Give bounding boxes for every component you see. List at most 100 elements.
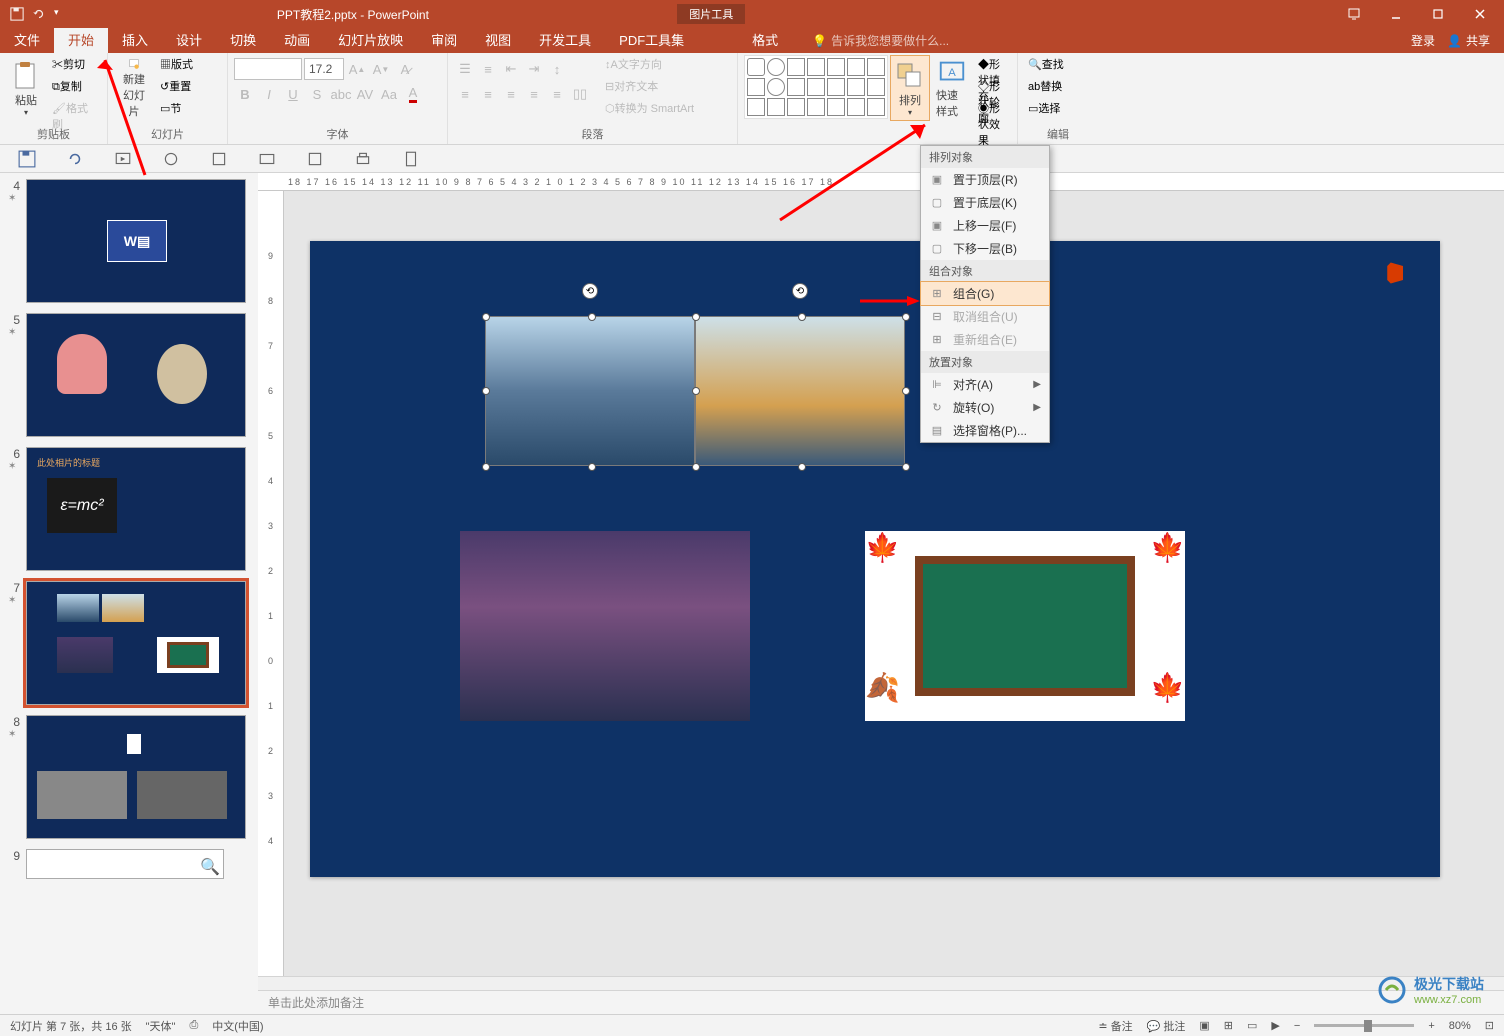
save-icon[interactable]: [10, 7, 24, 21]
layout-button[interactable]: ▦版式: [156, 55, 197, 77]
text-direction-button[interactable]: ↕A文字方向: [601, 55, 698, 77]
bullets-button[interactable]: ☰: [454, 58, 476, 80]
image-chalkboard[interactable]: 🍁 🍁 🍂 🍁: [865, 531, 1185, 721]
view-reading-icon[interactable]: ▭: [1247, 1019, 1257, 1032]
menu-send-to-back[interactable]: ▢置于底层(K): [921, 191, 1049, 214]
text-shadow-button[interactable]: abc: [330, 83, 352, 105]
view-slideshow-icon[interactable]: ▶: [1271, 1019, 1279, 1032]
bold-button[interactable]: B: [234, 83, 256, 105]
ribbon-options-icon[interactable]: [1334, 0, 1374, 28]
zoom-level[interactable]: 80%: [1449, 1020, 1471, 1032]
status-lang-icon[interactable]: ⎙: [189, 1019, 198, 1032]
qat-print-icon[interactable]: [354, 150, 372, 168]
align-text-button[interactable]: ⊟对齐文本: [601, 77, 698, 99]
tab-design[interactable]: 设计: [162, 28, 216, 53]
clear-format-button[interactable]: A̷: [394, 58, 416, 80]
resize-handle[interactable]: [798, 463, 806, 471]
tab-slideshow[interactable]: 幻灯片放映: [324, 28, 417, 53]
fit-to-window-icon[interactable]: ⊡: [1485, 1019, 1494, 1032]
new-slide-button[interactable]: 新建 幻灯片: [114, 55, 154, 121]
tab-file[interactable]: 文件: [0, 28, 54, 53]
shape-effects-button[interactable]: ◉形状效果: [974, 99, 1011, 121]
font-size-combo[interactable]: 17.2: [304, 58, 344, 80]
qat-anim4-icon[interactable]: [306, 150, 324, 168]
slide-thumbnail-panel[interactable]: 4✶ W▤ 5✶ 6✶ 此处相片的标题 ε=mc² 7✶: [0, 173, 258, 1014]
qat-from-start-icon[interactable]: [114, 150, 132, 168]
resize-handle[interactable]: [692, 463, 700, 471]
char-spacing-button[interactable]: AV: [354, 83, 376, 105]
rotate-handle-left[interactable]: ⟲: [582, 283, 598, 299]
increase-font-button[interactable]: A▲: [346, 58, 368, 80]
tab-transitions[interactable]: 切换: [216, 28, 270, 53]
distribute-button[interactable]: ≡: [546, 83, 568, 105]
arrange-button[interactable]: 排列 ▾: [890, 55, 930, 121]
resize-handle[interactable]: [692, 313, 700, 321]
smartart-button[interactable]: ⬡转换为 SmartArt: [601, 99, 698, 121]
slide-thumbnail-9[interactable]: [26, 849, 224, 879]
line-spacing-button[interactable]: ↕: [546, 58, 568, 80]
change-case-button[interactable]: Aa: [378, 83, 400, 105]
image-city[interactable]: [460, 531, 750, 721]
zoom-in-button[interactable]: +: [1428, 1020, 1434, 1032]
status-lang[interactable]: 中文(中国): [212, 1018, 263, 1034]
cut-button[interactable]: ✂剪切: [48, 55, 101, 77]
view-sorter-icon[interactable]: ⊞: [1224, 1019, 1233, 1032]
undo-icon[interactable]: [32, 7, 46, 21]
shape-fill-button[interactable]: ◆形状填充: [974, 55, 1011, 77]
tab-format[interactable]: 格式: [738, 28, 792, 53]
strikethrough-button[interactable]: S: [306, 83, 328, 105]
menu-send-backward[interactable]: ▢下移一层(B): [921, 237, 1049, 260]
tab-view[interactable]: 视图: [471, 28, 525, 53]
tab-animations[interactable]: 动画: [270, 28, 324, 53]
maximize-button[interactable]: [1418, 0, 1458, 28]
selected-image-lake[interactable]: [695, 316, 905, 466]
menu-bring-to-front[interactable]: ▣置于顶层(R): [921, 168, 1049, 191]
qat-save-icon[interactable]: [18, 150, 36, 168]
decrease-indent-button[interactable]: ⇤: [500, 58, 522, 80]
qat-undo-icon[interactable]: [66, 150, 84, 168]
resize-handle[interactable]: [798, 313, 806, 321]
shapes-gallery[interactable]: [744, 55, 888, 119]
qat-anim1-icon[interactable]: [162, 150, 180, 168]
zoom-slider[interactable]: [1314, 1024, 1414, 1027]
align-left-button[interactable]: ≡: [454, 83, 476, 105]
section-button[interactable]: ▭节: [156, 99, 197, 121]
menu-selection-pane[interactable]: ▤选择窗格(P)...: [921, 419, 1049, 442]
menu-align[interactable]: ⊫对齐(A)▶: [921, 373, 1049, 396]
slide-thumbnail-5[interactable]: [26, 313, 246, 437]
paste-button[interactable]: 粘贴 ▾: [6, 55, 46, 121]
slide-canvas[interactable]: ⟲ ⟲: [310, 241, 1440, 877]
quick-styles-button[interactable]: A 快速样式: [932, 55, 972, 121]
justify-button[interactable]: ≡: [523, 83, 545, 105]
align-right-button[interactable]: ≡: [500, 83, 522, 105]
search-icon[interactable]: 🔍: [200, 857, 220, 887]
status-notes-button[interactable]: ≐ 备注: [1098, 1018, 1132, 1034]
resize-handle[interactable]: [902, 463, 910, 471]
share-button[interactable]: 👤 共享: [1447, 32, 1490, 49]
tab-review[interactable]: 审阅: [417, 28, 471, 53]
qat-doc-icon[interactable]: [402, 150, 420, 168]
slide-thumbnail-6[interactable]: 此处相片的标题 ε=mc²: [26, 447, 246, 571]
slide-thumbnail-7[interactable]: [26, 581, 246, 705]
rotate-handle-right[interactable]: ⟲: [792, 283, 808, 299]
align-center-button[interactable]: ≡: [477, 83, 499, 105]
shape-outline-button[interactable]: ◇形状轮廓: [974, 77, 1011, 99]
columns-button[interactable]: ▯▯: [569, 83, 591, 105]
qat-anim3-icon[interactable]: [258, 150, 276, 168]
view-normal-icon[interactable]: ▣: [1199, 1019, 1209, 1032]
format-painter-button[interactable]: 🖌格式刷: [48, 99, 101, 121]
increase-indent-button[interactable]: ⇥: [523, 58, 545, 80]
slide-thumbnail-4[interactable]: W▤: [26, 179, 246, 303]
resize-handle[interactable]: [482, 313, 490, 321]
tell-me-search[interactable]: 💡 告诉我您想要做什么...: [812, 32, 949, 49]
resize-handle[interactable]: [902, 313, 910, 321]
copy-button[interactable]: ⧉复制: [48, 77, 101, 99]
underline-button[interactable]: U: [282, 83, 304, 105]
slide-thumbnail-8[interactable]: [26, 715, 246, 839]
tab-home[interactable]: 开始: [54, 28, 108, 53]
numbering-button[interactable]: ≡: [477, 58, 499, 80]
font-color-button[interactable]: A: [402, 83, 424, 105]
zoom-out-button[interactable]: −: [1294, 1020, 1300, 1032]
selected-image-mountain[interactable]: [485, 316, 695, 466]
horizontal-scrollbar[interactable]: [258, 976, 1504, 990]
